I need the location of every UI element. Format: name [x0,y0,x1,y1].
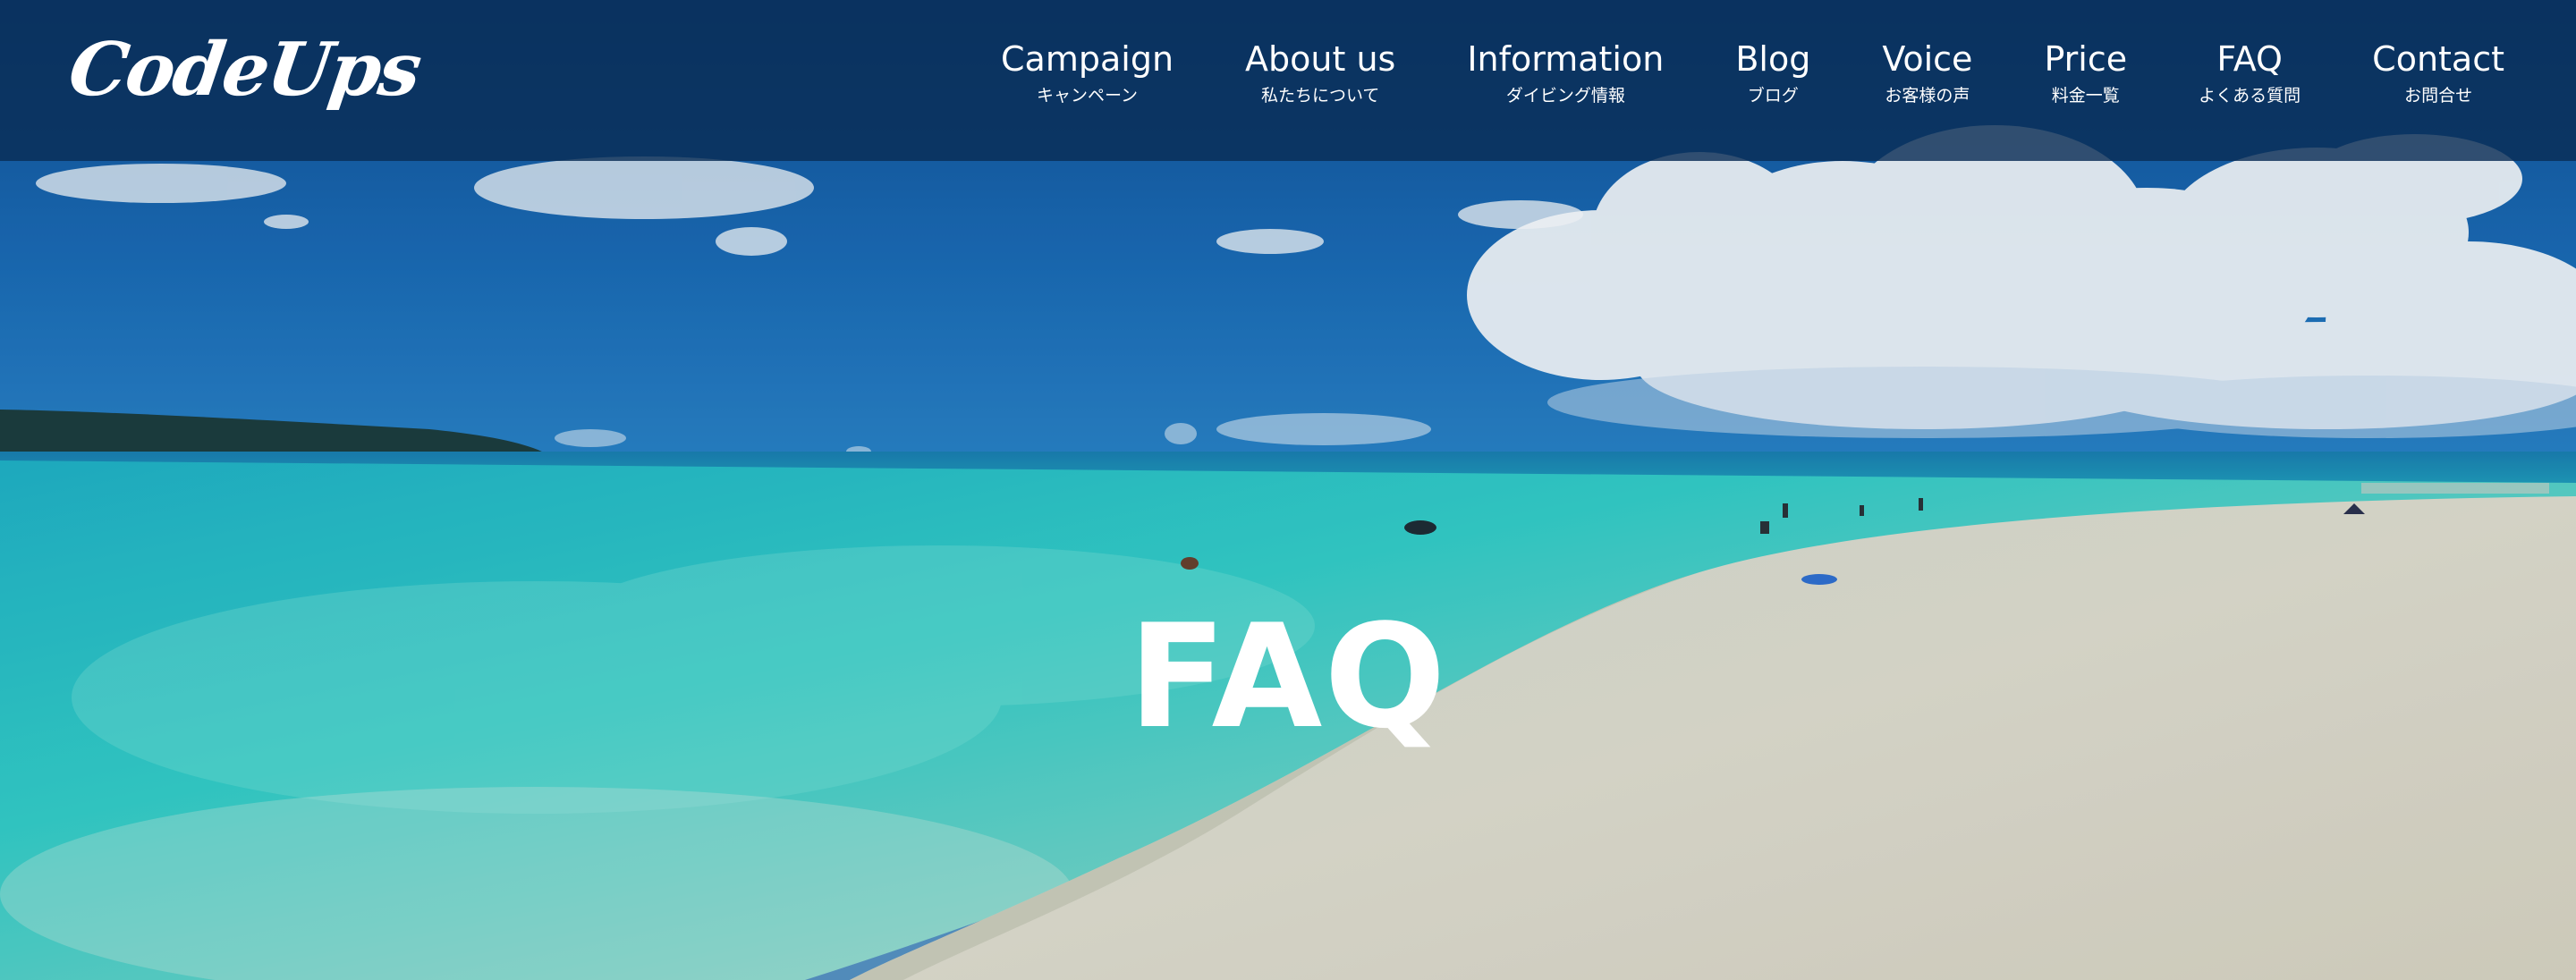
site-header: CodeUps Campaign キャンペーン About us 私たちについて… [0,0,2576,161]
nav-item-faq[interactable]: FAQ よくある質問 [2199,36,2301,109]
global-nav: Campaign キャンペーン About us 私たちについて Informa… [1001,36,2504,109]
nav-label-ja: ダイビング情報 [1505,86,1625,106]
nav-item-price[interactable]: Price 料金一覧 [2044,36,2127,109]
nav-label-ja: キャンペーン [1036,86,1139,106]
nav-item-about-us[interactable]: About us 私たちについて [1245,36,1395,109]
nav-label-en: Campaign [1001,39,1174,79]
site-logo[interactable]: CodeUps [64,27,425,113]
nav-label-ja: お問合せ [2404,86,2473,106]
nav-item-information[interactable]: Information ダイビング情報 [1467,36,1664,109]
nav-label-en: Price [2044,39,2128,79]
nav-label-ja: ブログ [1747,86,1799,106]
nav-label-en: FAQ [2216,39,2283,79]
nav-item-contact[interactable]: Contact お問合せ [2372,36,2504,109]
nav-label-en: Voice [1882,39,1973,79]
nav-label-ja: よくある質問 [2199,86,2301,106]
nav-item-voice[interactable]: Voice お客様の声 [1882,36,1972,109]
page-title: FAQ [1128,593,1448,761]
nav-label-en: Blog [1735,39,1811,79]
nav-label-ja: 私たちについて [1260,86,1380,106]
nav-label-en: Contact [2372,39,2504,79]
nav-label-ja: お客様の声 [1885,86,1970,106]
nav-label-ja: 料金一覧 [2051,86,2120,106]
nav-item-campaign[interactable]: Campaign キャンペーン [1001,36,1174,109]
nav-label-en: About us [1245,39,1396,79]
nav-item-blog[interactable]: Blog ブログ [1735,36,1810,109]
nav-label-en: Information [1467,39,1665,79]
